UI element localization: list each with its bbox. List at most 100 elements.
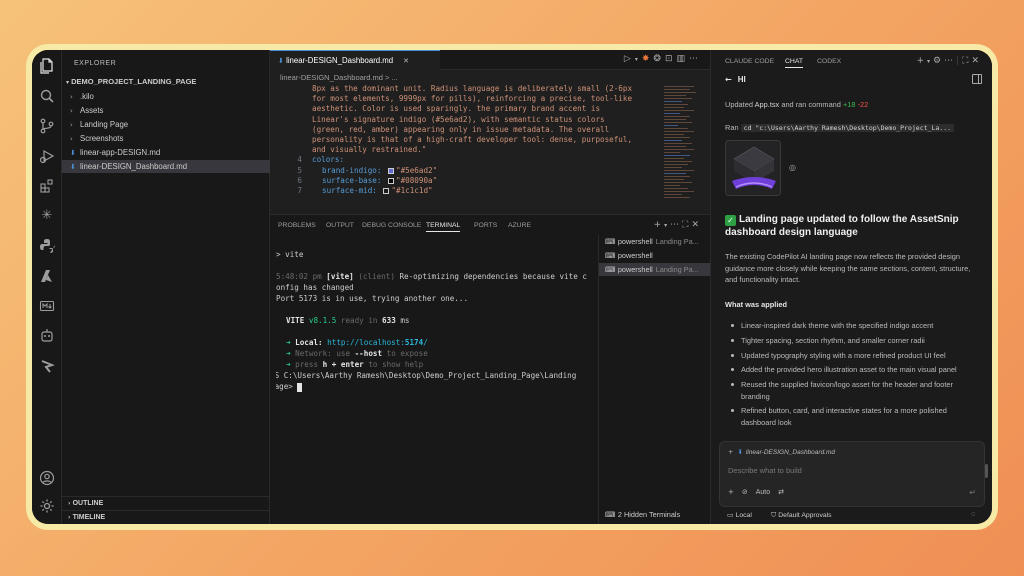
tree-item-landing-page[interactable]: › Landing Page xyxy=(62,118,270,131)
ran-line: Ran cd "c:\Users\Aarthy Ramesh\Desktop\D… xyxy=(725,123,955,132)
image-preview-icon[interactable]: ◎ xyxy=(789,163,796,172)
attached-file[interactable]: + ⬇ linear-DESIGN_Dashboard.md xyxy=(728,448,835,456)
tab-output[interactable]: OUTPUT xyxy=(326,222,354,229)
list-item: Added the provided hero illustration ass… xyxy=(725,364,983,376)
back-arrow-icon[interactable]: ← xyxy=(725,75,732,84)
explorer-icon[interactable] xyxy=(39,58,55,74)
sparkle-icon[interactable]: ✳ xyxy=(39,208,55,224)
response-heading: ✓ Landing page updated to follow the Asse… xyxy=(725,213,975,239)
python-icon[interactable] xyxy=(39,238,55,254)
color-swatch[interactable] xyxy=(383,187,390,194)
local-status[interactable]: ▭ Local xyxy=(727,511,752,519)
prompt-label: Page> xyxy=(276,382,293,391)
explorer-sidebar: EXPLORER ▾ DEMO_PROJECT_LANDING_PAGE › .k… xyxy=(62,50,270,524)
close-icon[interactable]: ✕ xyxy=(403,57,409,65)
hidden-terminals-label: 2 Hidden Terminals xyxy=(617,510,681,519)
color-swatch[interactable] xyxy=(388,167,395,174)
tab-chat[interactable]: CHAT xyxy=(785,58,803,68)
color-swatch[interactable] xyxy=(388,177,395,184)
tab-terminal[interactable]: TERMINAL xyxy=(426,222,461,232)
run-debug-icon[interactable] xyxy=(39,148,55,164)
new-terminal-icon[interactable]: + xyxy=(654,220,665,230)
breadcrumb[interactable]: linear-DESIGN_Dashboard.md > ... xyxy=(280,73,398,82)
close-icon[interactable]: ✕ xyxy=(971,56,982,66)
tree-item-screenshots[interactable]: › Screenshots xyxy=(62,132,270,145)
terminal-line: 5:48:02 pm [vite] (client) Re-optimizing… xyxy=(276,271,587,282)
chat-scrollbar[interactable] xyxy=(985,464,988,478)
terminal-line: VITE v8.1.5 ready in 633 ms xyxy=(286,315,410,326)
tree-item-kilo[interactable]: › .kilo xyxy=(62,90,270,103)
tab-ports[interactable]: PORTS xyxy=(474,222,497,229)
updated-file[interactable]: App.tsx xyxy=(755,100,780,109)
toggle-sidebar-icon[interactable] xyxy=(972,74,982,84)
local-url[interactable]: http://localhost:5174/ xyxy=(327,338,428,347)
terminal-item[interactable]: ⌨ powershell Landing Pa... xyxy=(599,263,710,276)
mention-icon[interactable]: ⊘ xyxy=(742,488,748,496)
chevron-right-icon: › xyxy=(70,135,73,143)
source-control-icon[interactable] xyxy=(39,118,55,134)
timeline-section[interactable]: › TIMELINE xyxy=(62,510,270,523)
loading-spinner-icon: ◌ xyxy=(971,511,976,518)
updated-mid: and ran command xyxy=(781,100,841,109)
compare-icon[interactable]: ⊡ xyxy=(665,54,677,64)
terminal-item[interactable]: ⌨ powershell Landing Pa... xyxy=(599,235,710,248)
line-number: 7 xyxy=(297,185,302,195)
composer-toolbar: + ⊘ Auto ⇄ xyxy=(728,488,792,496)
tree-item-linear-design-dashboard[interactable]: ⬇ linear-DESIGN_Dashboard.md xyxy=(62,160,270,173)
code-line: for most elements, 9999px for pills), re… xyxy=(312,94,633,104)
extensions-icon[interactable] xyxy=(39,178,55,194)
approvals-status[interactable]: ⛉ Default Approvals xyxy=(771,511,832,520)
applied-list: Linear-inspired dark theme with the spec… xyxy=(725,320,983,432)
run-icon[interactable]: ▷ xyxy=(624,54,635,64)
azure-icon[interactable] xyxy=(39,268,55,284)
terminal-item-sub: Landing Pa... xyxy=(655,237,699,246)
add-context-icon[interactable]: + xyxy=(728,488,734,496)
code-view[interactable]: 8px as the dominant unit. Radius languag… xyxy=(270,84,660,214)
line-number: 4 xyxy=(297,155,302,165)
openai-icon[interactable]: ❂ xyxy=(653,54,665,64)
mode-select[interactable]: Auto xyxy=(756,489,770,496)
project-root[interactable]: ▾ DEMO_PROJECT_LANDING_PAGE xyxy=(66,77,196,86)
chevron-down-icon[interactable]: ▾ xyxy=(635,56,642,63)
more-icon[interactable]: ⋯ xyxy=(670,220,682,230)
terminal-icon: ⌨ xyxy=(605,251,618,260)
tree-item-linear-app-design[interactable]: ⬇ linear-app-DESIGN.md xyxy=(62,146,270,159)
send-icon[interactable]: ↵ xyxy=(969,488,976,497)
tab-problems[interactable]: PROBLEMS xyxy=(278,222,316,229)
editor-tab[interactable]: ⬇ linear-DESIGN_Dashboard.md ✕ xyxy=(270,50,440,70)
outline-section[interactable]: › OUTLINE xyxy=(62,496,270,509)
gear-icon[interactable]: ⚙ xyxy=(933,56,944,66)
terminal-icon: ⌨ xyxy=(605,265,618,274)
new-chat-icon[interactable]: + xyxy=(916,56,927,66)
yaml-value: "#08090a" xyxy=(396,175,438,185)
window-frame: ✳ EXPLORER ▾ DEMO_PROJECT_LANDING_PAGE ›… xyxy=(26,44,998,530)
robot-icon[interactable] xyxy=(39,328,55,344)
tab-codex[interactable]: CODEX xyxy=(817,58,841,65)
terminal-item[interactable]: ⌨ powershell xyxy=(599,249,710,262)
hidden-terminals[interactable]: ⌨ 2 Hidden Terminals xyxy=(605,510,680,519)
tab-claude-code[interactable]: CLAUDE CODE xyxy=(725,58,774,65)
hero-illustration-thumbnail[interactable] xyxy=(725,140,781,196)
local-label: Local: xyxy=(295,338,323,347)
account-icon[interactable] xyxy=(39,470,55,486)
search-icon[interactable] xyxy=(39,88,55,104)
spark-icon[interactable]: ✸ xyxy=(642,54,654,64)
chevron-right-icon: › xyxy=(70,93,73,101)
minimap[interactable] xyxy=(664,84,702,214)
tab-debug-console[interactable]: DEBUG CONSOLE xyxy=(362,222,421,229)
tree-item-label: .kilo xyxy=(80,92,94,101)
chat-input[interactable]: Describe what to build xyxy=(728,466,802,475)
swap-icon[interactable]: ⇄ xyxy=(778,488,784,496)
terminal-output[interactable]: > vite 5:48:02 pm [vite] (client) Re-opt… xyxy=(276,249,592,519)
more-icon[interactable]: ⋯ xyxy=(689,54,702,64)
markdown-icon[interactable] xyxy=(39,298,55,314)
line-number: 5 xyxy=(297,165,302,175)
tab-azure[interactable]: AZURE xyxy=(508,222,531,229)
split-editor-icon[interactable]: ▥ xyxy=(676,54,689,64)
close-icon[interactable]: ✕ xyxy=(691,220,702,230)
tree-item-assets[interactable]: › Assets xyxy=(62,104,270,117)
ran-command[interactable]: cd "c:\Users\Aarthy Ramesh\Desktop\Demo_… xyxy=(740,124,955,132)
more-icon[interactable]: ⋯ xyxy=(944,56,956,66)
gear-icon[interactable] xyxy=(39,498,55,514)
kilo-icon[interactable] xyxy=(39,358,55,374)
